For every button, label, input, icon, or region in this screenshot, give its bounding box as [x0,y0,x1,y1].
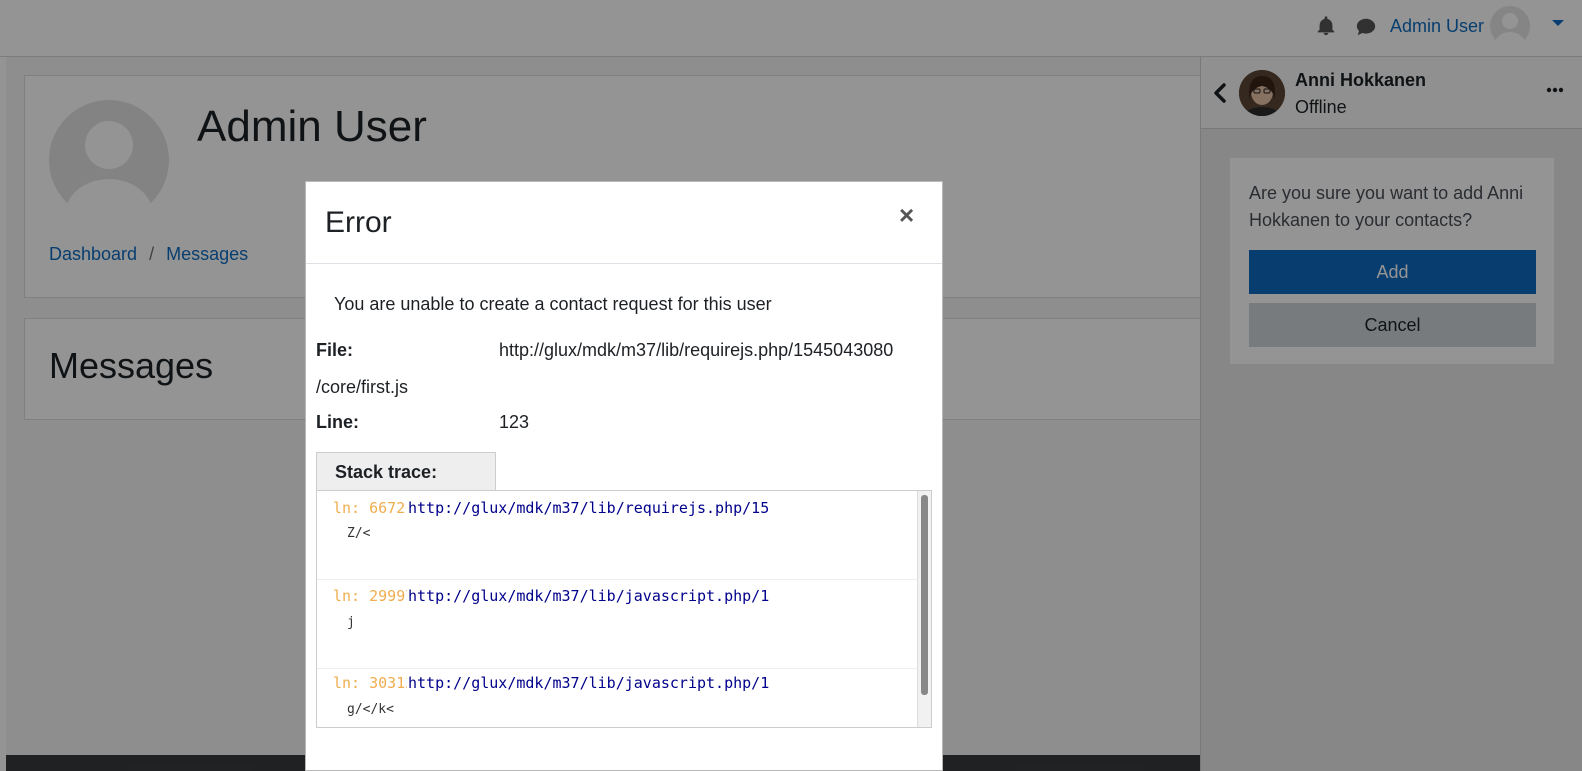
trace-url[interactable]: http://glux/mdk/m37/lib/requirejs.php/15 [408,499,769,517]
trace-line-number: ln: 6672 [333,499,406,517]
trace-line-number: ln: 29997 [333,587,407,605]
stack-trace-item: ln: 30313 http://glux/mdk/m37/lib/javasc… [317,669,917,727]
trace-line-number: ln: 30313 [333,674,407,692]
modal-title: Error [325,206,392,239]
line-value: 123 [499,412,530,432]
trace-function: Z/< [347,526,371,541]
error-message: You are unable to create a contact reque… [334,294,772,314]
stack-trace-tab[interactable]: Stack trace: [316,452,496,491]
trace-url[interactable]: http://glux/mdk/m37/lib/javascript.php/1 [408,674,769,692]
error-modal: Error × You are unable to create a conta… [305,181,943,771]
scrollbar[interactable] [917,491,931,727]
trace-function: g/</k< [347,702,394,717]
scrollbar-thumb[interactable] [921,495,928,695]
line-label: Line: [316,412,359,432]
file-value-continued: /core/first.js [316,377,409,397]
stack-trace-item: ln: 29997 http://glux/mdk/m37/lib/javasc… [317,580,917,669]
stack-trace-item: ln: 6672 http://glux/mdk/m37/lib/require… [317,491,917,580]
file-label: File: [316,340,354,360]
file-value: http://glux/mdk/m37/lib/requirejs.php/15… [499,340,894,360]
modal-header: Error × [306,182,942,264]
trace-url[interactable]: http://glux/mdk/m37/lib/javascript.php/1 [408,587,769,605]
close-icon[interactable]: × [899,200,914,231]
trace-function: j [347,615,355,630]
stack-trace-list[interactable]: ln: 6672 http://glux/mdk/m37/lib/require… [316,490,932,728]
